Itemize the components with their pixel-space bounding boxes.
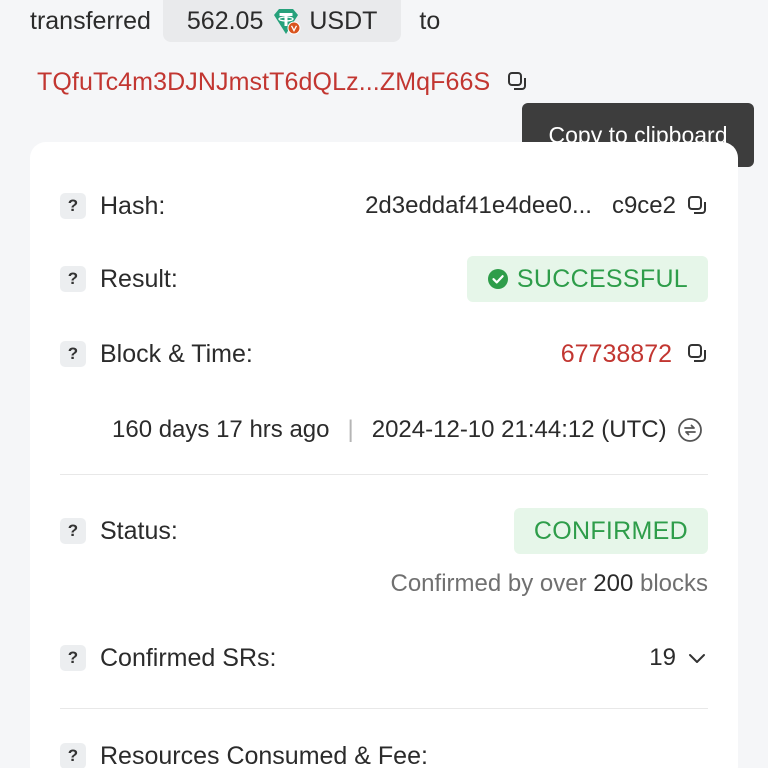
resources-row: ? Resources Consumed & Fee: xyxy=(60,736,708,768)
confirmed-srs-value: 19 xyxy=(649,644,676,671)
transferred-text: transferred xyxy=(30,6,151,35)
hash-value-start: 2d3eddaf41e4dee0... xyxy=(365,192,592,219)
block-time-row: 160 days 17 hrs ago | 2024-12-10 21:44:1… xyxy=(112,410,703,450)
status-badge: CONFIRMED xyxy=(513,508,708,554)
confirmed-srs-label: Confirmed SRs: xyxy=(100,643,277,672)
result-badge: SUCCESSFUL xyxy=(466,256,708,302)
amount-pill: 562.05 USDT xyxy=(162,0,402,42)
copy-icon[interactable] xyxy=(686,343,708,365)
help-icon[interactable]: ? xyxy=(60,743,86,768)
copy-icon[interactable] xyxy=(506,71,528,93)
confirmation-note: Confirmed by over 200 blocks xyxy=(391,570,709,598)
token-symbol: USDT xyxy=(309,6,378,35)
help-icon[interactable]: ? xyxy=(60,266,86,292)
recipient-address-link[interactable]: TQfuTc4m3DJNJmstT6dQLz...ZMqF66S xyxy=(37,68,490,97)
result-row: ? Result: SUCCESSFUL xyxy=(60,256,708,302)
result-label: Result: xyxy=(100,264,178,293)
status-value: CONFIRMED xyxy=(533,516,688,545)
divider xyxy=(60,708,708,709)
recipient-row: TQfuTc4m3DJNJmstT6dQLz...ZMqF66S xyxy=(37,64,528,100)
help-icon[interactable]: ? xyxy=(60,341,86,367)
amount-value: 562.05 xyxy=(186,6,264,35)
confirmation-note-prefix: Confirmed by over xyxy=(390,570,587,597)
separator: | xyxy=(347,416,354,443)
hash-row: ? Hash: 2d3eddaf41e4dee0... c9ce2 xyxy=(60,186,708,226)
block-label: Block & Time: xyxy=(100,339,253,368)
time-toggle-icon[interactable] xyxy=(677,417,703,443)
block-age: 160 days 17 hrs ago xyxy=(112,416,330,443)
status-row: ? Status: CONFIRMED xyxy=(60,508,708,554)
tether-usdt-icon xyxy=(274,9,301,35)
check-circle-icon xyxy=(487,269,508,289)
resources-label: Resources Consumed & Fee: xyxy=(100,741,428,768)
to-text: to xyxy=(419,6,441,35)
help-icon[interactable]: ? xyxy=(60,645,86,671)
confirmation-note-suffix: blocks xyxy=(639,570,708,597)
copy-icon[interactable] xyxy=(686,195,708,217)
hash-label: Hash: xyxy=(100,191,166,220)
divider xyxy=(60,474,708,475)
block-timestamp: 2024-12-10 21:44:12 (UTC) xyxy=(371,416,667,443)
help-icon[interactable]: ? xyxy=(60,193,86,219)
confirmed-srs-row: ? Confirmed SRs: 19 xyxy=(60,638,708,678)
confirmed-srs-toggle[interactable]: 19 xyxy=(649,644,708,672)
block-number-link[interactable]: 67738872 xyxy=(561,340,672,369)
hash-value-end: c9ce2 xyxy=(611,192,676,219)
confirmation-count: 200 xyxy=(593,570,634,597)
transfer-summary: transferred 562.05 USDT to xyxy=(30,0,440,42)
block-row: ? Block & Time: 67738872 xyxy=(60,334,708,374)
status-label: Status: xyxy=(100,516,178,545)
result-value: SUCCESSFUL xyxy=(516,264,688,293)
help-icon[interactable]: ? xyxy=(60,518,86,544)
chevron-down-icon xyxy=(689,654,705,663)
transaction-details-card: ? Hash: 2d3eddaf41e4dee0... c9ce2 ? Resu… xyxy=(30,142,738,768)
